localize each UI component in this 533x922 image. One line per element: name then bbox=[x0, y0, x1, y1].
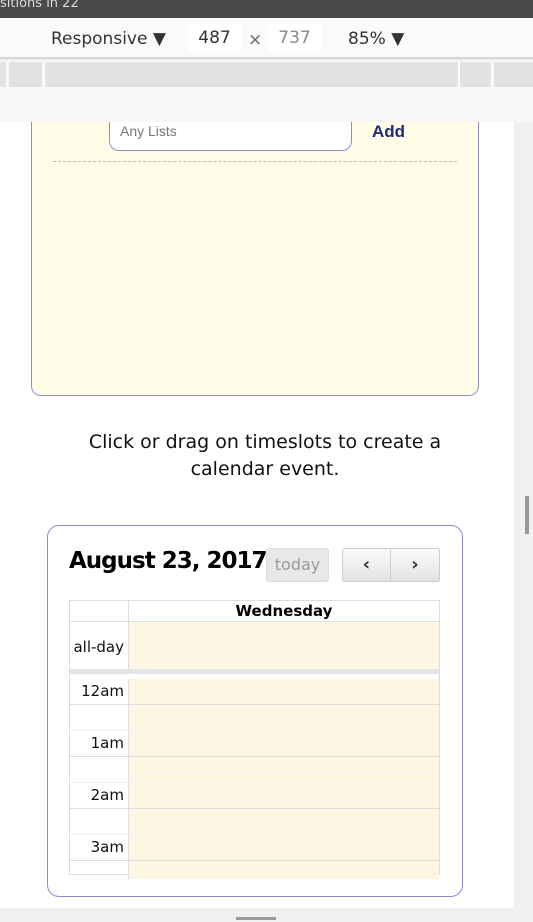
time-label bbox=[70, 705, 129, 730]
add-button[interactable]: Add bbox=[372, 122, 405, 142]
time-slot-row[interactable]: 3am bbox=[70, 835, 439, 861]
time-slot-cell[interactable] bbox=[129, 809, 439, 834]
time-slot-cell[interactable] bbox=[129, 783, 439, 808]
calendar-card: August 23, 2017 today ‹ › Wednesday all-… bbox=[47, 525, 463, 897]
resize-handle-right[interactable] bbox=[525, 496, 529, 534]
divider bbox=[53, 161, 457, 162]
day-header-row: Wednesday bbox=[70, 601, 439, 622]
time-slot-row[interactable] bbox=[70, 757, 439, 783]
time-slot-row[interactable]: 1am bbox=[70, 731, 439, 757]
calendar-grid: Wednesday all-day 12am 1am 2am 3am bbox=[69, 600, 440, 879]
chevron-left-icon: ‹ bbox=[362, 554, 371, 575]
dropdown-arrow-icon: ▼ bbox=[152, 29, 166, 49]
time-label bbox=[70, 861, 129, 879]
time-slot-row[interactable] bbox=[70, 705, 439, 731]
time-slot-cell[interactable] bbox=[129, 861, 439, 879]
resize-handle-bottom[interactable] bbox=[236, 917, 276, 920]
time-slot-cell[interactable] bbox=[129, 679, 439, 704]
window-title: sitions in 22 bbox=[0, 0, 533, 18]
time-label: 2am bbox=[70, 783, 129, 808]
calendar-hint: Click or drag on timeslots to create a c… bbox=[88, 431, 442, 480]
time-slot-row[interactable]: 2am bbox=[70, 783, 439, 809]
time-slot-row[interactable] bbox=[70, 861, 439, 879]
axis-header bbox=[70, 601, 129, 621]
device-select[interactable]: Responsive ▼ bbox=[51, 29, 166, 49]
next-button[interactable]: › bbox=[391, 548, 440, 582]
time-slot-cell[interactable] bbox=[129, 705, 439, 730]
time-slot-row[interactable]: 12am bbox=[70, 679, 439, 705]
prev-button[interactable]: ‹ bbox=[342, 548, 391, 582]
time-slot-cell[interactable] bbox=[129, 757, 439, 782]
page-viewport: Any Lists Add Click or drag on timeslots… bbox=[0, 122, 514, 908]
lists-card: Any Lists Add bbox=[31, 122, 479, 396]
time-label: 1am bbox=[70, 731, 129, 756]
lists-input[interactable]: Any Lists bbox=[109, 122, 352, 151]
chevron-right-icon: › bbox=[411, 554, 419, 575]
width-input[interactable]: 487 bbox=[188, 24, 241, 52]
media-query-bar[interactable] bbox=[0, 61, 533, 88]
time-label: 12am bbox=[70, 679, 129, 704]
height-input[interactable]: 737 bbox=[268, 24, 321, 52]
today-button[interactable]: today bbox=[266, 548, 329, 582]
device-label: Responsive bbox=[51, 29, 148, 49]
viewport-margin bbox=[0, 88, 533, 122]
zoom-label: 85% bbox=[348, 29, 386, 49]
time-slot-row[interactable] bbox=[70, 809, 439, 835]
time-slot-cell[interactable] bbox=[129, 835, 439, 860]
time-slot-cell[interactable] bbox=[129, 731, 439, 756]
times-icon: × bbox=[248, 30, 263, 50]
zoom-select[interactable]: 85% ▼ bbox=[348, 29, 404, 49]
time-label bbox=[70, 809, 129, 834]
allday-cell[interactable] bbox=[129, 622, 439, 669]
time-label bbox=[70, 757, 129, 782]
calendar-title: August 23, 2017 bbox=[69, 548, 267, 574]
allday-row[interactable]: all-day bbox=[70, 622, 439, 674]
dropdown-arrow-icon: ▼ bbox=[391, 29, 405, 49]
time-label: 3am bbox=[70, 835, 129, 860]
device-toolbar: Responsive ▼ 487 × 737 85% ▼ bbox=[0, 18, 533, 59]
day-header: Wednesday bbox=[235, 602, 333, 620]
allday-label: all-day bbox=[70, 622, 129, 669]
